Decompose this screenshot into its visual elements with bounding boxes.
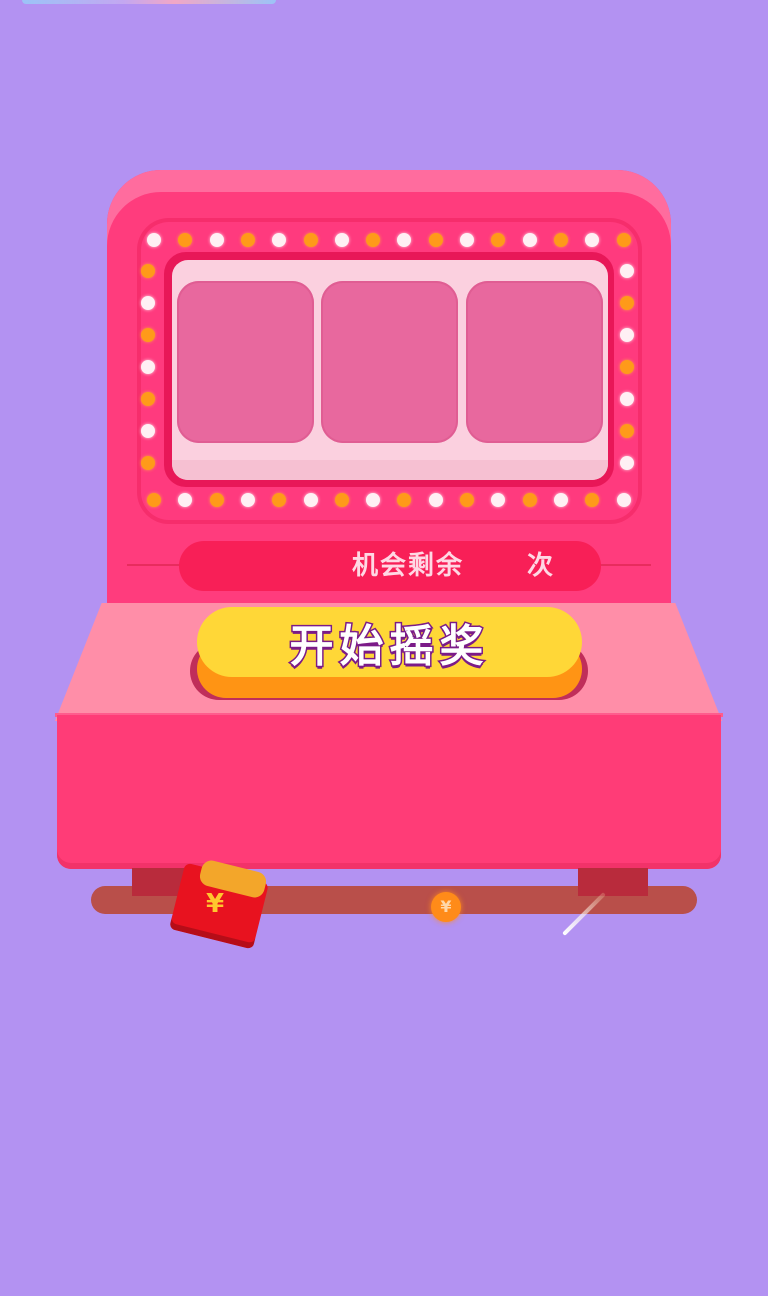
marquee-bulb <box>334 233 349 247</box>
coin-yen-icon: ¥ <box>440 897 452 916</box>
machine-base-front <box>57 715 721 869</box>
marquee-bulb <box>428 493 443 507</box>
marquee-bulb <box>147 233 161 247</box>
marquee-bulb <box>240 233 255 247</box>
marquee-bulb <box>428 233 443 247</box>
marquee-bulb <box>366 493 381 507</box>
marquee-bulb <box>147 493 161 507</box>
marquee-bulb <box>620 264 634 278</box>
marquee-bulb <box>141 360 155 374</box>
marquee-bulb <box>460 233 474 247</box>
marquee-bulb <box>209 233 224 247</box>
marquee-bulb <box>240 493 255 507</box>
marquee-bulb <box>616 493 631 507</box>
marquee-bulb <box>303 233 318 247</box>
marquee-bulb <box>620 360 634 374</box>
marquee-bulb <box>620 392 634 406</box>
marquee-bulb <box>209 493 224 507</box>
marquee-bulb <box>303 493 318 507</box>
marquee-bulb <box>460 493 474 507</box>
marquee-bulb <box>141 264 155 278</box>
start-spin-button-label: 开始摇奖 <box>288 620 490 674</box>
machine-leg-right <box>578 868 648 896</box>
marquee-bulb <box>553 493 568 507</box>
marquee-bulb <box>522 493 537 507</box>
marquee-bulb <box>141 328 155 342</box>
start-spin-button[interactable]: 开始摇奖 <box>197 607 582 677</box>
marquee-bulb <box>522 233 537 247</box>
marquee-bulb <box>553 233 568 247</box>
marquee-bulb <box>366 233 381 247</box>
marquee-bulb <box>141 296 155 310</box>
chances-unit-label: 次 <box>527 551 554 581</box>
reel-3 <box>466 281 603 443</box>
coin-icon: ¥ <box>431 892 461 922</box>
marquee-bulb <box>334 493 349 507</box>
yen-icon: ¥ <box>205 889 225 919</box>
top-banner-strip <box>22 0 276 4</box>
marquee-bulb <box>620 456 634 470</box>
chances-remaining-label: 机会剩余 <box>352 551 465 581</box>
marquee-bulb <box>141 392 155 406</box>
marquee-bulb <box>620 424 634 438</box>
reel-2 <box>321 281 458 443</box>
marquee-bulb <box>141 456 155 470</box>
marquee-bulb <box>620 328 634 342</box>
marquee-bulb <box>620 296 634 310</box>
reel-1 <box>177 281 314 443</box>
reel-window-band <box>172 460 608 480</box>
marquee-bulb <box>616 233 631 247</box>
marquee-bulb <box>141 424 155 438</box>
